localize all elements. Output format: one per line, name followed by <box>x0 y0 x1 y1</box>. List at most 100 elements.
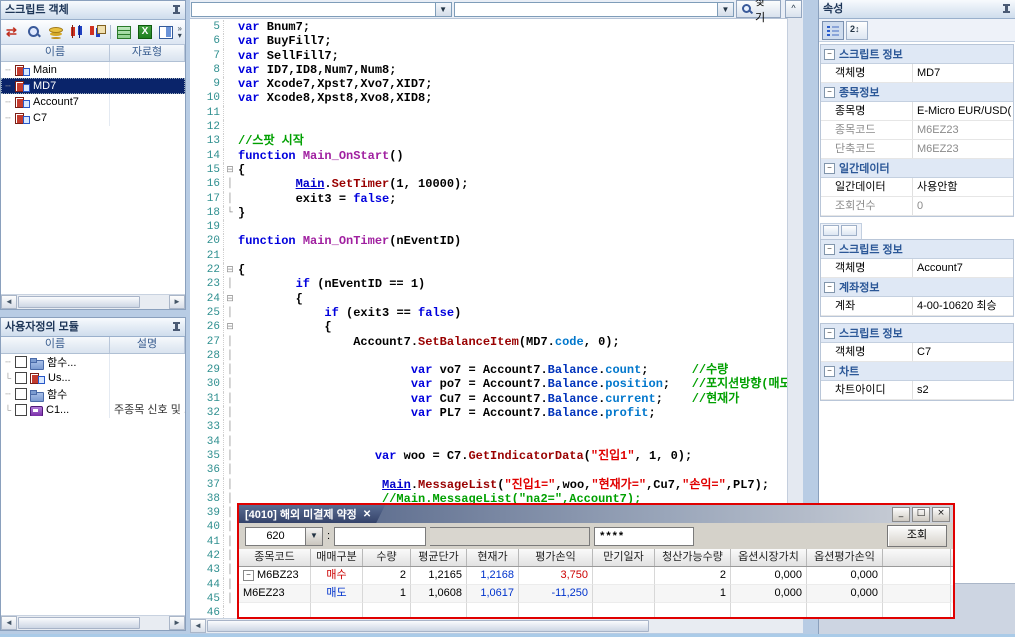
fold-marker-icon[interactable]: ⊟ <box>223 263 236 277</box>
code-line-18[interactable]: 18└} <box>190 206 787 220</box>
property-row[interactable]: 단축코드M6EZ23 <box>821 140 1013 159</box>
table-icon[interactable] <box>157 24 175 40</box>
column-desc[interactable]: 설명 <box>110 337 185 353</box>
column-type[interactable]: 자료형 <box>110 45 185 61</box>
code-line-6[interactable]: 6var BuyFill7; <box>190 34 787 48</box>
table-header-cell[interactable]: 수량 <box>363 549 411 566</box>
code-line-17[interactable]: 17│ exit3 = false; <box>190 192 787 206</box>
chevron-down-icon[interactable]: ▼ <box>435 3 451 16</box>
fold-marker-icon[interactable]: ⊟ <box>223 292 236 306</box>
section-header[interactable]: −일간데이터 <box>821 159 1013 178</box>
table-header-cell[interactable]: 매매구분 <box>311 549 363 566</box>
column-name[interactable]: 이름 <box>1 45 110 61</box>
table-header-cell[interactable]: 평균단가 <box>411 549 467 566</box>
property-value[interactable]: s2 <box>913 381 1013 399</box>
fold-marker-icon[interactable]: ⊟ <box>223 163 236 177</box>
table-header-cell[interactable]: 현재가 <box>467 549 519 566</box>
table-header-cell[interactable]: 평가손익 <box>519 549 593 566</box>
property-row[interactable]: 차트아이디s2 <box>821 381 1013 400</box>
popup-titlebar[interactable]: [4010] 해외 미결제 약정 ✕ _ □ × <box>239 505 953 523</box>
code-line-10[interactable]: 10var Xcode8,Xpst8,Xvo8,XID8; <box>190 91 787 105</box>
sort-alpha-icon[interactable] <box>846 21 868 40</box>
module-item[interactable]: └Us... <box>1 370 185 386</box>
code-line-12[interactable]: 12 <box>190 120 787 134</box>
code-line-35[interactable]: 35│ var woo = C7.GetIndicatorData("진입1",… <box>190 449 787 463</box>
tree-item-md7[interactable]: ┄MD7 <box>1 78 185 94</box>
collapse-icon[interactable]: − <box>824 49 835 60</box>
close-icon[interactable]: × <box>932 507 950 522</box>
property-row[interactable]: 객체명Account7 <box>821 259 1013 278</box>
code-line-33[interactable]: 33│ <box>190 420 787 434</box>
user-modules-hscrollbar[interactable]: ◄ ► <box>1 615 185 630</box>
property-row[interactable]: 조회건수0 <box>821 197 1013 216</box>
code-line-8[interactable]: 8var ID7,ID8,Num7,Num8; <box>190 63 787 77</box>
checkbox[interactable] <box>15 356 27 368</box>
fold-marker-icon[interactable]: ⊟ <box>223 320 236 334</box>
code-line-23[interactable]: 23│ if (nEventID == 1) <box>190 277 787 291</box>
code-line-15[interactable]: 15⊟{ <box>190 163 787 177</box>
property-value[interactable]: M6EZ23 <box>913 140 1013 158</box>
section-header[interactable]: −스크립트 정보 <box>821 45 1013 64</box>
property-row[interactable]: 객체명C7 <box>821 343 1013 362</box>
find-button[interactable]: 찾기 <box>736 0 781 18</box>
tab-close-icon[interactable]: ✕ <box>363 509 371 520</box>
restore-icon[interactable]: □ <box>912 507 930 522</box>
collapse-icon[interactable]: − <box>824 282 835 293</box>
scroll-left-icon[interactable]: ◄ <box>1 295 17 309</box>
property-value[interactable]: 4-00-10620 최승 <box>913 297 1013 315</box>
minimize-icon[interactable]: _ <box>892 507 910 522</box>
table-header-cell[interactable]: 종목코드 <box>239 549 311 566</box>
code-line-34[interactable]: 34│ <box>190 435 787 449</box>
code-line-27[interactable]: 27│ Account7.SetBalanceItem(MD7.code, 0)… <box>190 335 787 349</box>
collapse-icon[interactable]: − <box>824 366 835 377</box>
account-number-field[interactable] <box>334 527 426 546</box>
module-item[interactable]: ┄함수... <box>1 354 185 370</box>
column-name[interactable]: 이름 <box>1 337 110 353</box>
coins-icon[interactable] <box>46 24 64 40</box>
code-line-31[interactable]: 31│ var Cu7 = Account7.Balance.current; … <box>190 392 787 406</box>
property-value[interactable]: MD7 <box>913 64 1013 82</box>
categorized-view-icon[interactable] <box>822 21 844 40</box>
code-line-26[interactable]: 26⊟ { <box>190 320 787 334</box>
property-value[interactable]: 사용안함 <box>913 178 1013 196</box>
code-line-9[interactable]: 9var Xcode7,Xpst7,Xvo7,XID7; <box>190 77 787 91</box>
code-line-5[interactable]: 5var Bnum7; <box>190 20 787 34</box>
mini-icon[interactable] <box>841 225 857 236</box>
property-row[interactable]: 종목코드M6EZ23 <box>821 121 1013 140</box>
pin-icon[interactable] <box>1002 4 1011 15</box>
chevron-down-icon[interactable]: ▼ <box>305 528 322 545</box>
grid-icon[interactable] <box>115 24 133 40</box>
property-row[interactable]: 객체명MD7 <box>821 64 1013 83</box>
popup-title-tab[interactable]: [4010] 해외 미결제 약정 ✕ <box>239 505 385 523</box>
module-item[interactable]: ┄함수 <box>1 386 185 402</box>
table-header-cell[interactable]: 청산가능수량 <box>655 549 731 566</box>
candlestick-icon[interactable] <box>67 24 85 40</box>
code-line-20[interactable]: 20function Main_OnTimer(nEventID) <box>190 234 787 248</box>
code-line-11[interactable]: 11 <box>190 106 787 120</box>
property-row[interactable]: 계좌4-00-10620 최승 <box>821 297 1013 316</box>
tree-item-main[interactable]: ┄Main <box>1 62 185 78</box>
checkbox[interactable] <box>15 404 27 416</box>
script-objects-hscrollbar[interactable]: ◄ ► <box>1 294 185 309</box>
section-header[interactable]: −계좌정보 <box>821 278 1013 297</box>
collapse-icon[interactable]: − <box>824 328 835 339</box>
collapse-icon[interactable]: − <box>824 163 835 174</box>
property-value[interactable]: Account7 <box>913 259 1013 277</box>
section-header[interactable]: −스크립트 정보 <box>821 240 1013 259</box>
code-line-24[interactable]: 24⊟ { <box>190 292 787 306</box>
code-line-13[interactable]: 13//스팟 시작 <box>190 134 787 148</box>
table-row[interactable]: M6EZ23매도11,06081,0617-11,25010,0000,000 <box>239 585 953 603</box>
object-combo[interactable]: ▼ <box>191 2 452 17</box>
table-header-cell[interactable]: 옵션평가손익 <box>807 549 883 566</box>
toolbar-overflow-button[interactable]: »▾ <box>178 25 182 39</box>
code-line-36[interactable]: 36│ <box>190 463 787 477</box>
pin-icon[interactable] <box>172 5 181 16</box>
scroll-right-icon[interactable]: ► <box>169 616 185 630</box>
table-row[interactable]: −M6BZ23매수21,21651,21683,75020,0000,000 <box>239 567 953 585</box>
collapse-icon[interactable]: − <box>824 87 835 98</box>
excel-icon[interactable] <box>136 24 154 40</box>
module-item[interactable]: └C1...주종목 신호 및 ... <box>1 402 185 418</box>
section-header[interactable]: −종목정보 <box>821 83 1013 102</box>
property-value[interactable]: E-Micro EUR/USD( <box>913 102 1013 120</box>
property-row[interactable]: 일간데이터사용안함 <box>821 178 1013 197</box>
